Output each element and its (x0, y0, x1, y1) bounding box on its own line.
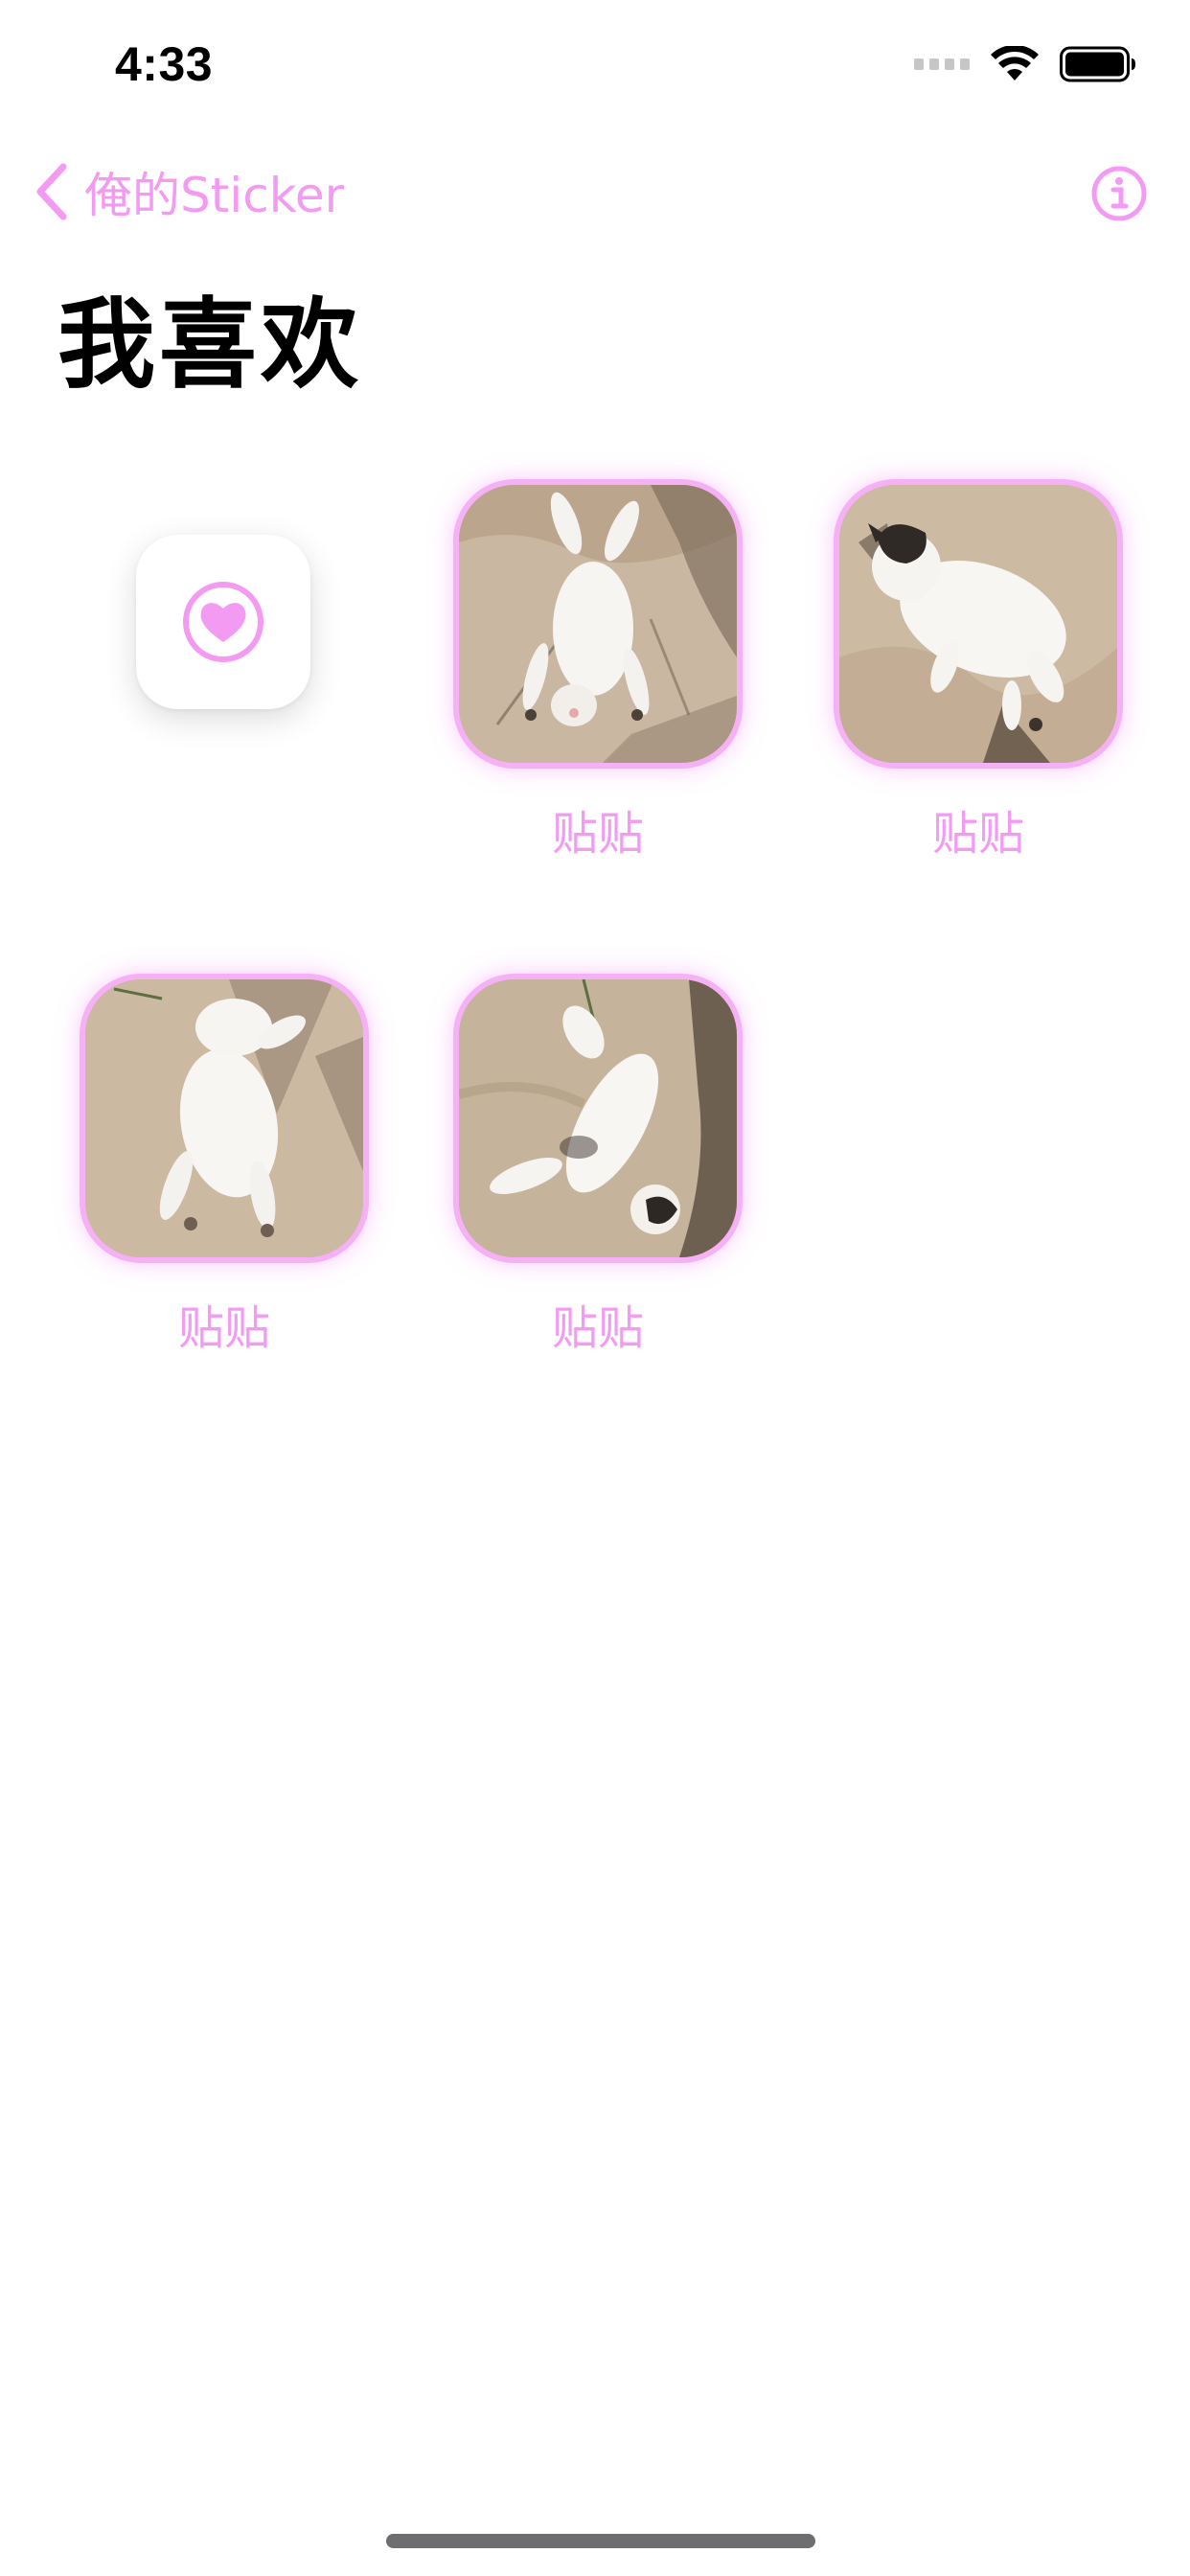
sticker-image (453, 974, 743, 1263)
status-time: 4:33 (115, 37, 214, 91)
home-indicator[interactable] (386, 2534, 815, 2548)
sticker-image (834, 479, 1123, 769)
sticker-item[interactable]: 贴贴 (453, 479, 743, 862)
status-icons (914, 46, 1136, 82)
chevron-left-icon (36, 163, 67, 220)
sticker-item[interactable]: 贴贴 (834, 479, 1123, 862)
back-label: 俺的Sticker (84, 168, 345, 223)
cellular-signal-icon (914, 58, 970, 70)
cat-photo (459, 979, 737, 1257)
sticker-image (80, 974, 369, 1263)
info-circle-icon (1091, 166, 1147, 221)
back-button[interactable]: 俺的Sticker (33, 157, 344, 226)
heart-circle-icon (183, 582, 263, 662)
cat-photo (459, 485, 737, 763)
status-bar: 4:33 (0, 0, 1190, 126)
sticker-label: 贴贴 (931, 807, 1024, 861)
sticker-label: 贴贴 (177, 1301, 270, 1355)
wifi-icon (991, 46, 1039, 80)
cat-photo (839, 485, 1117, 763)
sticker-label: 贴贴 (551, 1301, 644, 1355)
battery-icon (1060, 46, 1135, 82)
sticker-image (453, 479, 743, 769)
sticker-item[interactable]: 贴贴 (80, 974, 369, 1357)
cat-photo (85, 979, 363, 1257)
sticker-item[interactable]: 贴贴 (453, 974, 743, 1357)
page-title: 我喜欢 (57, 288, 362, 402)
add-favorite-tile[interactable] (136, 535, 310, 709)
navigation-bar: 俺的Sticker (0, 144, 1190, 236)
info-button[interactable] (1088, 163, 1150, 224)
sticker-label: 贴贴 (551, 807, 644, 861)
